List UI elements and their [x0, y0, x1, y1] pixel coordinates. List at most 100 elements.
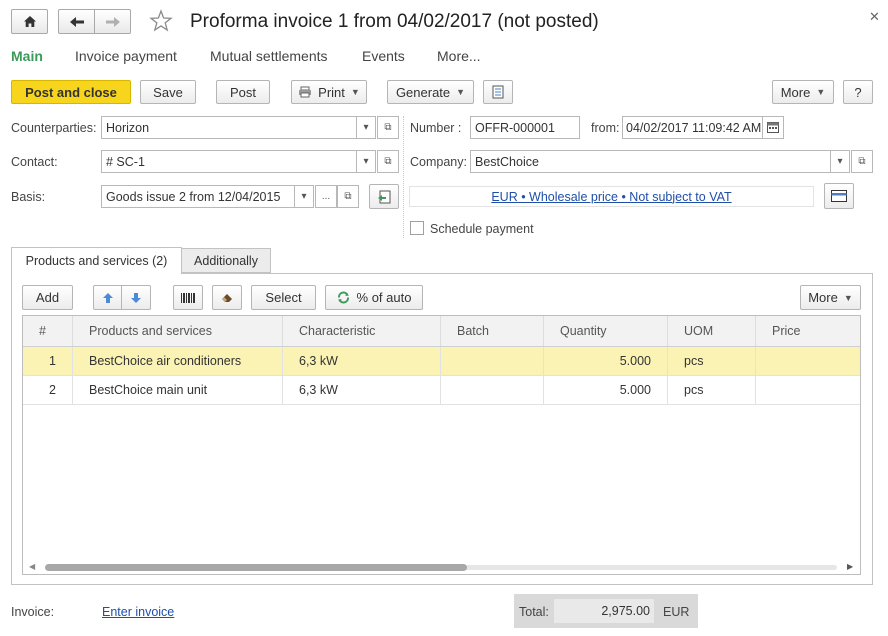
report-button[interactable]	[483, 80, 513, 104]
table-more-label: More	[808, 290, 838, 305]
home-button[interactable]	[11, 9, 48, 34]
document-icon	[492, 85, 504, 99]
add-label: Add	[35, 290, 60, 305]
favorite-star-icon[interactable]	[149, 9, 173, 33]
table-row[interactable]: 1 BestChoice air conditioners 6,3 kW 5.0…	[23, 347, 860, 376]
tab-mutual-settlements[interactable]: Mutual settlements	[210, 48, 328, 64]
counterparties-open-button[interactable]: ⧉	[377, 116, 399, 139]
company-field[interactable]: BestChoice	[470, 150, 831, 173]
company-dropdown-button[interactable]: ▾	[830, 150, 850, 173]
schedule-payment-label: Schedule payment	[430, 222, 534, 236]
column-header-products[interactable]: Products and services	[73, 316, 283, 346]
calendar-button[interactable]	[762, 116, 784, 139]
ellipsis-icon: ...	[321, 191, 331, 202]
invoice-label: Invoice:	[11, 605, 55, 619]
contact-label: Contact:	[11, 155, 58, 169]
post-button[interactable]: Post	[216, 80, 270, 104]
basis-dropdown-button[interactable]: ▾	[294, 185, 314, 208]
select-button[interactable]: Select	[251, 285, 316, 310]
company-open-button[interactable]: ⧉	[851, 150, 873, 173]
column-header-number[interactable]: #	[23, 316, 73, 346]
total-currency: EUR	[663, 605, 690, 619]
from-label: from:	[591, 121, 620, 135]
cell-number: 1	[23, 347, 73, 375]
column-header-quantity[interactable]: Quantity	[544, 316, 668, 346]
home-icon	[23, 16, 36, 27]
scroll-right-arrow-icon[interactable]: ▶	[847, 562, 853, 571]
chevron-down-icon: ▾	[837, 156, 843, 167]
back-button[interactable]	[58, 9, 95, 34]
date-field[interactable]: 04/02/2017 11:09:42 AM	[622, 116, 763, 139]
add-button[interactable]: Add	[22, 285, 73, 310]
link-icon: ⧉	[344, 191, 352, 202]
contact-field[interactable]: # SC-1	[101, 150, 357, 173]
chevron-down-icon: ▾	[363, 156, 369, 167]
forward-arrow-icon	[105, 16, 120, 27]
column-header-uom[interactable]: UOM	[668, 316, 756, 346]
generate-button[interactable]: Generate ▼	[387, 80, 474, 104]
tab-main[interactable]: Main	[11, 48, 43, 64]
schedule-payment-checkbox[interactable]	[410, 221, 424, 235]
cell-uom: pcs	[668, 347, 756, 375]
cell-product: BestChoice main unit	[73, 376, 283, 404]
cell-price	[756, 376, 860, 404]
chevron-down-icon: ▾	[301, 191, 307, 202]
link-icon: ⧉	[384, 156, 392, 167]
cell-quantity: 5.000	[544, 347, 668, 375]
number-label: Number :	[410, 121, 462, 135]
tab-events[interactable]: Events	[362, 48, 405, 64]
table-row[interactable]: 2 BestChoice main unit 6,3 kW 5.000 pcs	[23, 376, 860, 405]
back-arrow-icon	[69, 16, 84, 27]
contact-open-button[interactable]: ⧉	[377, 150, 399, 173]
move-down-button[interactable]	[121, 285, 151, 310]
price-settings-link[interactable]: EUR • Wholesale price • Not subject to V…	[491, 190, 731, 204]
subtab-additionally[interactable]: Additionally	[181, 248, 271, 273]
enter-invoice-link[interactable]: Enter invoice	[102, 605, 174, 619]
close-icon[interactable]: ✕	[869, 9, 880, 25]
percent-of-auto-label: % of auto	[356, 290, 412, 305]
post-and-close-button[interactable]: Post and close	[11, 80, 131, 104]
contact-dropdown-button[interactable]: ▾	[356, 150, 376, 173]
barcode-icon	[181, 292, 195, 303]
basis-open-button[interactable]: ⧉	[337, 185, 359, 208]
counterparties-dropdown-button[interactable]: ▾	[356, 116, 376, 139]
page-title: Proforma invoice 1 from 04/02/2017 (not …	[190, 11, 599, 32]
barcode-button[interactable]	[173, 285, 203, 310]
scroll-left-arrow-icon[interactable]: ◀	[29, 562, 35, 571]
forward-button[interactable]	[94, 9, 131, 34]
cell-batch	[441, 347, 544, 375]
clear-button[interactable]	[212, 285, 242, 310]
refresh-icon	[337, 291, 349, 304]
help-button[interactable]: ?	[843, 80, 873, 104]
print-button[interactable]: Print ▼	[291, 80, 367, 104]
column-header-characteristic[interactable]: Characteristic	[283, 316, 441, 346]
prices-button[interactable]	[824, 183, 854, 209]
counterparties-field[interactable]: Horizon	[101, 116, 357, 139]
number-field[interactable]: OFFR-000001	[470, 116, 580, 139]
fill-by-basis-button[interactable]	[369, 184, 399, 209]
horizontal-scrollbar[interactable]: ◀ ▶	[23, 560, 860, 574]
print-label: Print	[318, 84, 345, 100]
column-header-price[interactable]: Price	[756, 316, 860, 346]
subtab-products[interactable]: Products and services (2)	[11, 247, 182, 274]
company-label: Company:	[410, 155, 467, 169]
eraser-icon	[222, 293, 232, 302]
vertical-divider	[403, 116, 404, 238]
more-button[interactable]: More ▼	[772, 80, 834, 104]
basis-select-button[interactable]: ...	[315, 185, 337, 208]
tab-more[interactable]: More...	[437, 48, 481, 64]
cell-batch	[441, 376, 544, 404]
percent-of-auto-button[interactable]: % of auto	[325, 285, 423, 310]
link-icon: ⧉	[384, 122, 392, 133]
scrollbar-thumb[interactable]	[45, 564, 467, 571]
column-header-batch[interactable]: Batch	[441, 316, 544, 346]
cell-uom: pcs	[668, 376, 756, 404]
subtab-products-label: Products and services (2)	[25, 254, 168, 268]
move-up-button[interactable]	[93, 285, 122, 310]
help-label: ?	[854, 84, 862, 100]
tab-invoice-payment[interactable]: Invoice payment	[75, 48, 177, 64]
save-button[interactable]: Save	[140, 80, 196, 104]
table-more-button[interactable]: More ▼	[800, 285, 861, 310]
price-settings-box: EUR • Wholesale price • Not subject to V…	[409, 186, 814, 207]
basis-field[interactable]: Goods issue 2 from 12/04/2015	[101, 185, 295, 208]
